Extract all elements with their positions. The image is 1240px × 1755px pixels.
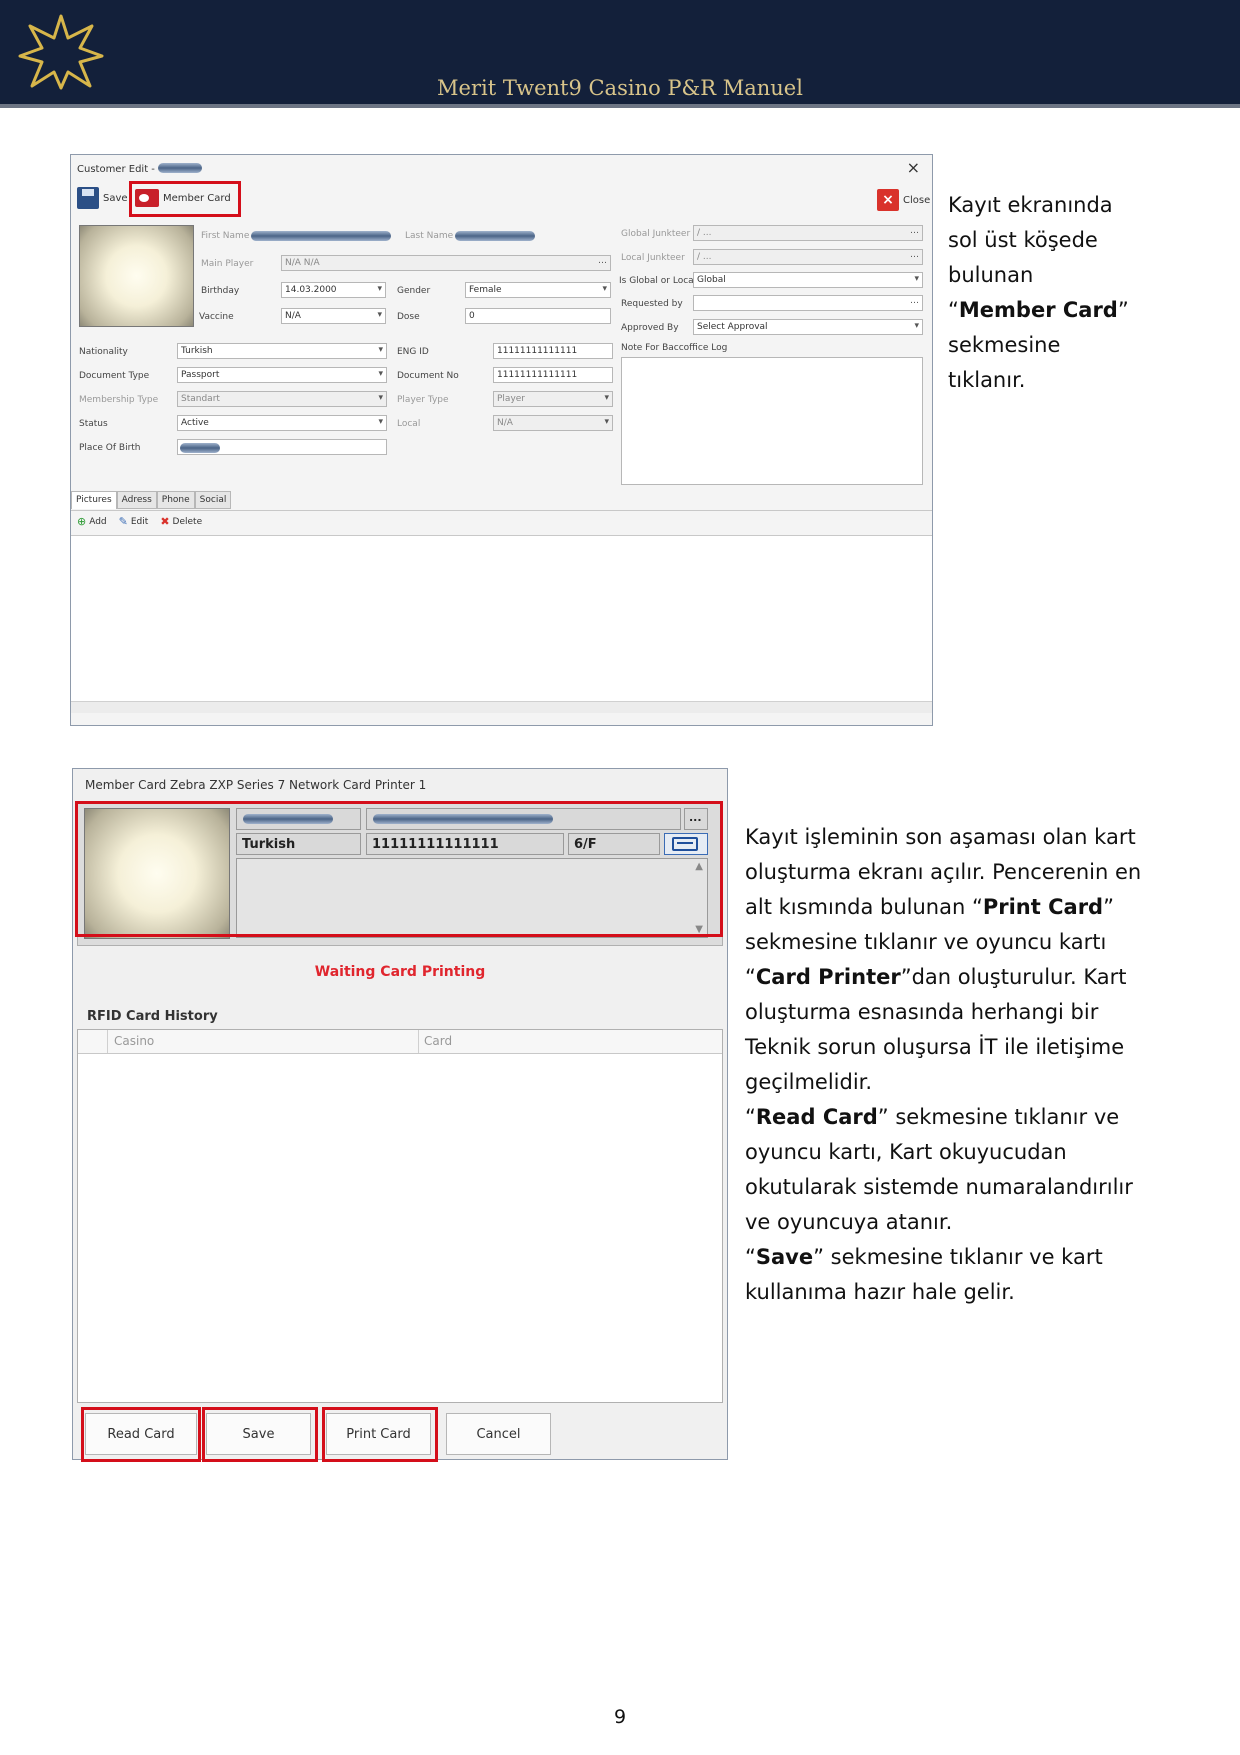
- column-header-casino[interactable]: Casino: [114, 1034, 154, 1048]
- close-button[interactable]: × Close: [877, 189, 930, 211]
- highlight-save: [202, 1407, 318, 1462]
- document-type-select[interactable]: Passport: [177, 367, 387, 383]
- table-header: Casino Card: [78, 1030, 722, 1054]
- rfid-history-label: RFID Card History: [87, 1009, 218, 1024]
- is-global-or-local-select[interactable]: Global: [693, 272, 923, 288]
- birthday-label: Birthday: [201, 286, 240, 296]
- membership-type-select[interactable]: Standart: [177, 391, 387, 407]
- main-player-label: Main Player: [201, 259, 254, 269]
- note-label: Note For Baccoffice Log: [621, 343, 728, 353]
- status-select[interactable]: Active: [177, 415, 387, 431]
- column-header-card[interactable]: Card: [424, 1034, 452, 1048]
- waiting-status: Waiting Card Printing: [314, 964, 486, 980]
- customer-edit-window: Customer Edit - × Save Member Card × Clo…: [70, 154, 933, 726]
- last-name-field[interactable]: [455, 231, 535, 241]
- highlight-card-preview: [75, 801, 723, 937]
- add-button[interactable]: ⊕ Add: [77, 515, 107, 528]
- approved-by-label: Approved By: [621, 323, 679, 333]
- nationality-label: Nationality: [79, 347, 128, 357]
- local-select[interactable]: N/A: [493, 415, 613, 431]
- cancel-button[interactable]: Cancel: [446, 1413, 551, 1455]
- main-player-field[interactable]: N/A N/A: [281, 255, 611, 271]
- approved-by-select[interactable]: Select Approval: [693, 319, 923, 335]
- document-title: Merit Twent9 Casino P&R Manuel: [437, 76, 803, 100]
- local-label: Local: [397, 419, 421, 429]
- delete-icon: ✖: [160, 515, 170, 528]
- instruction-paragraph-2: Kayıt işleminin son aşaması olan kart ol…: [745, 825, 1142, 1304]
- window-title: Member Card Zebra ZXP Series 7 Network C…: [85, 778, 427, 792]
- delete-button[interactable]: ✖ Delete: [160, 515, 202, 528]
- local-junkteer-field[interactable]: / ...: [693, 249, 923, 265]
- tab-pictures[interactable]: Pictures: [71, 491, 117, 509]
- requested-by-field[interactable]: [693, 295, 923, 311]
- gender-select[interactable]: Female: [465, 282, 611, 298]
- rfid-history-table: Casino Card: [77, 1029, 723, 1403]
- document-no-field[interactable]: 11111111111111: [493, 367, 613, 383]
- birthday-field[interactable]: 14.03.2000: [281, 282, 386, 298]
- pencil-icon: ✎: [118, 515, 128, 528]
- dose-label: Dose: [397, 312, 420, 322]
- page-header: Merit Twent9 Casino P&R Manuel: [0, 0, 1240, 108]
- last-name-label: Last Name: [405, 231, 454, 241]
- note-textarea[interactable]: [621, 357, 923, 485]
- close-icon: ×: [877, 189, 899, 211]
- pictures-grid: [71, 535, 932, 713]
- player-type-label: Player Type: [397, 395, 449, 405]
- status-label: Status: [79, 419, 108, 429]
- gender-label: Gender: [397, 286, 431, 296]
- instruction-paragraph-1: Kayıt ekranında sol üst köşede bulunan “…: [948, 193, 1129, 392]
- tab-phone[interactable]: Phone: [156, 491, 195, 509]
- pictures-toolbar: ⊕ Add ✎ Edit ✖ Delete: [71, 510, 932, 532]
- first-name-label: First Name: [201, 231, 250, 241]
- highlight-member-card: [129, 181, 241, 217]
- tab-social[interactable]: Social: [194, 491, 232, 509]
- detail-tabs: Pictures Adress Phone Social: [71, 491, 232, 509]
- document-no-label: Document No: [397, 371, 459, 381]
- save-button[interactable]: Save: [77, 187, 128, 209]
- highlight-print-card: [322, 1407, 438, 1462]
- player-type-select[interactable]: Player: [493, 391, 613, 407]
- first-name-field[interactable]: [251, 231, 391, 241]
- document-type-label: Document Type: [79, 371, 150, 381]
- vaccine-label: Vaccine: [199, 312, 234, 322]
- eng-id-label: ENG ID: [397, 347, 429, 357]
- page-number: 9: [613, 1706, 627, 1728]
- membership-type-label: Membership Type: [79, 395, 159, 405]
- customer-photo: [79, 225, 194, 327]
- place-of-birth-field[interactable]: [177, 439, 387, 455]
- eng-id-field[interactable]: 11111111111111: [493, 343, 613, 359]
- add-icon: ⊕: [77, 515, 87, 528]
- place-of-birth-label: Place Of Birth: [79, 443, 141, 453]
- floppy-disk-icon: [77, 187, 99, 209]
- edit-button[interactable]: ✎ Edit: [119, 515, 149, 528]
- vaccine-select[interactable]: N/A: [281, 308, 386, 324]
- dose-field[interactable]: 0: [465, 308, 611, 324]
- requested-by-label: Requested by: [621, 299, 683, 309]
- horizontal-scrollbar[interactable]: [71, 701, 932, 713]
- highlight-read-card: [81, 1407, 201, 1462]
- member-card-window: Member Card Zebra ZXP Series 7 Network C…: [72, 768, 728, 1462]
- window-title: Customer Edit -: [77, 162, 203, 175]
- window-close-icon[interactable]: ×: [907, 158, 920, 177]
- nationality-select[interactable]: Turkish: [177, 343, 387, 359]
- global-junkteer-field[interactable]: / ...: [693, 225, 923, 241]
- local-junkteer-label: Local Junkteer: [621, 253, 685, 263]
- is-global-or-local-label: Is Global or Local: [619, 276, 697, 286]
- global-junkteer-label: Global Junkteer: [621, 229, 691, 239]
- tab-adress[interactable]: Adress: [116, 491, 157, 509]
